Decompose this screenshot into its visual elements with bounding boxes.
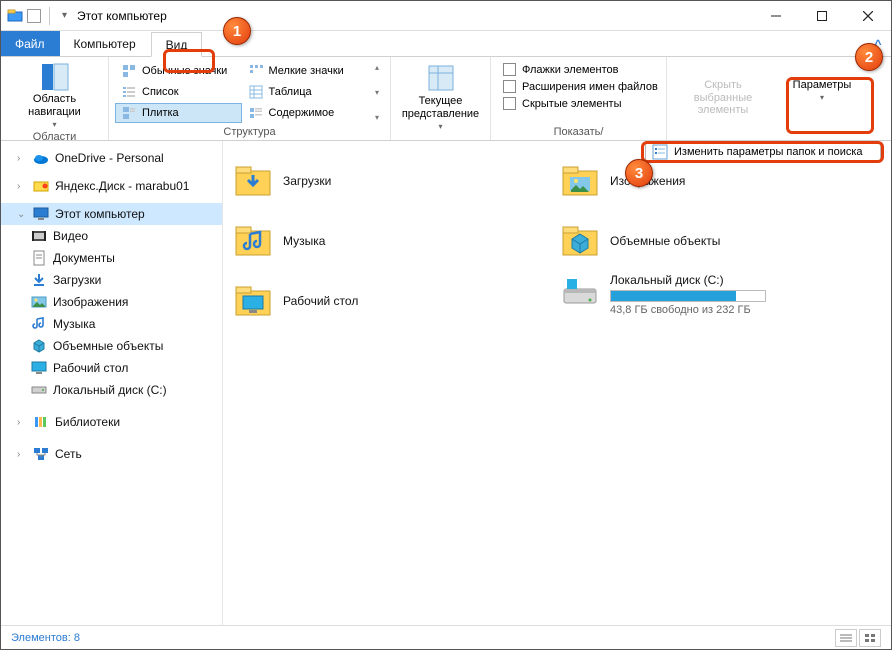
options-label: Параметры <box>793 79 852 91</box>
nav-pane-icon <box>41 63 69 91</box>
qat-dropdown[interactable]: ▾ <box>58 10 71 21</box>
ribbon-tabs: Файл Компьютер Вид ^ <box>1 31 891 57</box>
item-local-disk-c[interactable]: Локальный диск (C:) 43,8 ГБ свободно из … <box>560 273 881 329</box>
group-label-layout: Структура <box>115 124 384 138</box>
layout-tiles[interactable]: Плитка <box>115 103 242 123</box>
group-label-hide <box>673 124 773 138</box>
marker-2: 2 <box>855 43 883 71</box>
tree-downloads[interactable]: Загрузки <box>1 269 222 291</box>
item-downloads[interactable]: Загрузки <box>233 153 554 209</box>
ribbon: Область навигации ▾ Области Обычные знач… <box>1 57 891 141</box>
statusbar: Элементов: 8 <box>1 625 891 649</box>
item-music[interactable]: Музыка <box>233 213 554 269</box>
group-label-params <box>785 124 859 138</box>
status-view-icons[interactable] <box>859 629 881 647</box>
tree-music[interactable]: Музыка <box>1 313 222 335</box>
tree-network[interactable]: ›Сеть <box>1 443 222 465</box>
tree-3d-objects[interactable]: Объемные объекты <box>1 335 222 357</box>
options-menu-label: Изменить параметры папок и поиска <box>674 146 863 158</box>
nav-pane-button[interactable]: Область навигации ▾ <box>7 61 102 129</box>
close-button[interactable] <box>845 1 891 31</box>
layout-list[interactable]: Список <box>115 82 242 102</box>
tree-this-pc[interactable]: ⌄Этот компьютер <box>1 203 222 225</box>
disk-free-text: 43,8 ГБ свободно из 232 ГБ <box>610 304 766 316</box>
tab-computer[interactable]: Компьютер <box>60 31 151 56</box>
layout-normal-icons[interactable]: Обычные значки <box>115 61 242 81</box>
nav-pane-label: Область навигации <box>7 93 102 118</box>
hide-selected-button: Скрыть выбранные элементы <box>673 61 773 124</box>
check-file-extensions[interactable]: Расширения имен файлов <box>503 80 658 93</box>
app-icon <box>7 8 23 24</box>
item-3d-objects[interactable]: Объемные объекты <box>560 213 881 269</box>
status-view-details[interactable] <box>835 629 857 647</box>
tree-desktop[interactable]: Рабочий стол <box>1 357 222 379</box>
minimize-button[interactable] <box>753 1 799 31</box>
options-menu-item[interactable]: Изменить параметры папок и поиска <box>645 143 881 161</box>
hide-selected-label: Скрыть выбранные элементы <box>675 79 771 117</box>
check-hidden-items[interactable]: Скрытые элементы <box>503 97 658 110</box>
navigation-tree[interactable]: ›OneDrive - Personal ›Яндекс.Диск - mara… <box>1 141 223 625</box>
item-images[interactable]: Изображения <box>560 153 881 209</box>
tab-file[interactable]: Файл <box>1 31 60 56</box>
qat-checkbox[interactable] <box>27 9 41 23</box>
window-title: Этот компьютер <box>77 9 167 23</box>
group-label-showhide: Показать/ <box>497 124 660 138</box>
tab-view[interactable]: Вид <box>151 32 203 57</box>
disk-usage-bar <box>610 290 766 302</box>
tree-yandex-disk[interactable]: ›Яндекс.Диск - marabu01 <box>1 175 222 197</box>
tree-documents[interactable]: Документы <box>1 247 222 269</box>
item-desktop[interactable]: Рабочий стол <box>233 273 554 329</box>
content-area[interactable]: Загрузки Изображения Музыка Объемные объ… <box>223 141 891 625</box>
check-item-flags[interactable]: Флажки элементов <box>503 63 658 76</box>
layout-table[interactable]: Таблица <box>242 82 369 102</box>
options-menu-icon <box>652 144 668 160</box>
current-view-label: Текущее представление <box>399 95 482 120</box>
tree-onedrive[interactable]: ›OneDrive - Personal <box>1 147 222 169</box>
current-view-button[interactable]: Текущее представление ▾ <box>397 61 484 133</box>
maximize-button[interactable] <box>799 1 845 31</box>
marker-3: 3 <box>625 159 653 187</box>
titlebar: ▾ Этот компьютер <box>1 1 891 31</box>
options-button[interactable]: Параметры ▾ <box>785 61 859 124</box>
layout-content[interactable]: Содержимое <box>242 103 369 123</box>
tree-libraries[interactable]: ›Библиотеки <box>1 411 222 433</box>
marker-1: 1 <box>223 17 251 45</box>
current-view-icon <box>426 63 456 93</box>
layout-gallery-spinner[interactable]: ▴▾▾ <box>370 61 384 124</box>
layout-small-icons[interactable]: Мелкие значки <box>242 61 369 81</box>
tree-video[interactable]: Видео <box>1 225 222 247</box>
tree-local-disk-c[interactable]: Локальный диск (C:) <box>1 379 222 401</box>
tree-images[interactable]: Изображения <box>1 291 222 313</box>
status-item-count: Элементов: 8 <box>11 632 80 644</box>
